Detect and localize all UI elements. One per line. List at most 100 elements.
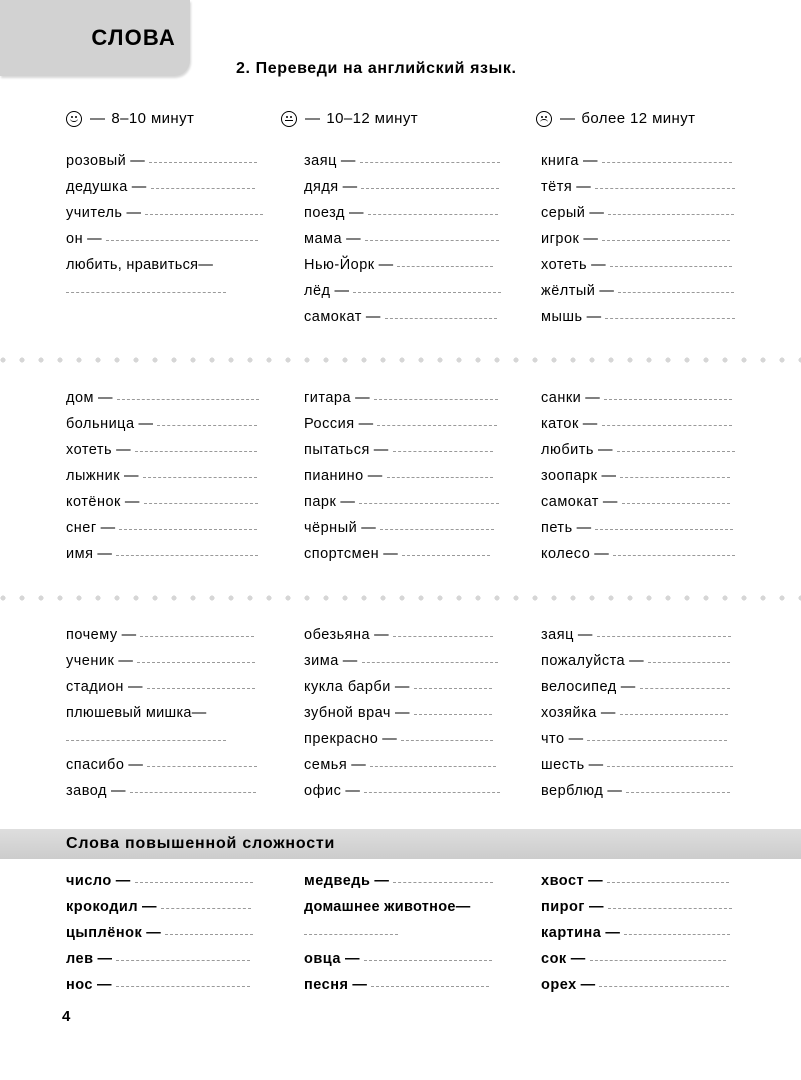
answer-blank[interactable] — [587, 730, 728, 741]
word-entry-term: шесть — [541, 757, 585, 773]
answer-blank[interactable] — [602, 230, 731, 241]
answer-blank[interactable] — [607, 898, 732, 909]
answer-blank[interactable] — [147, 756, 258, 767]
word-entry-dash: — — [142, 899, 157, 915]
answer-blank[interactable] — [595, 519, 734, 530]
word-entry-dash: — — [98, 390, 113, 406]
answer-blank[interactable] — [149, 152, 258, 163]
answer-blank[interactable] — [413, 704, 492, 715]
answer-blank[interactable] — [304, 924, 398, 935]
answer-blank[interactable] — [105, 230, 258, 241]
answer-blank[interactable] — [589, 950, 726, 961]
answer-blank[interactable] — [402, 545, 490, 556]
answer-blank[interactable] — [621, 493, 730, 504]
word-entry-dash: — — [342, 179, 358, 195]
answer-blank[interactable] — [150, 178, 255, 189]
answer-blank[interactable] — [115, 976, 250, 987]
word-entry: дом — — [66, 385, 304, 411]
word-entry-dash: — — [394, 679, 410, 695]
answer-blank[interactable] — [66, 282, 226, 293]
answer-blank[interactable] — [116, 389, 259, 400]
answer-blank[interactable] — [386, 467, 493, 478]
separator-dots — [0, 595, 801, 601]
answer-blank[interactable] — [613, 545, 736, 556]
answer-blank[interactable] — [604, 389, 733, 400]
answer-blank[interactable] — [609, 256, 732, 267]
answer-blank[interactable] — [146, 678, 255, 689]
word-entry: почему — — [66, 622, 304, 648]
word-entry: чёрный — — [304, 515, 541, 541]
answer-blank[interactable] — [392, 626, 493, 637]
answer-blank[interactable] — [606, 872, 729, 883]
answer-blank[interactable] — [384, 308, 497, 319]
word-entry-term: число — [66, 873, 112, 889]
answer-blank[interactable] — [142, 467, 257, 478]
word-entry-dash: — — [344, 951, 360, 967]
answer-blank[interactable] — [373, 389, 498, 400]
answer-blank[interactable] — [367, 204, 498, 215]
legend-item-happy: — 8–10 минут — [66, 110, 281, 127]
word-entry-term: зубной врач — [304, 705, 391, 721]
answer-blank[interactable] — [129, 782, 256, 793]
answer-blank[interactable] — [364, 782, 501, 793]
answer-blank[interactable] — [595, 178, 736, 189]
word-entry-dash: — — [97, 977, 112, 993]
word-entry-dash: — — [580, 977, 596, 993]
answer-blank[interactable] — [134, 441, 257, 452]
answer-blank[interactable] — [619, 704, 728, 715]
answer-blank[interactable] — [377, 415, 498, 426]
answer-blank[interactable] — [380, 519, 495, 530]
answer-blank[interactable] — [134, 872, 253, 883]
answer-blank[interactable] — [601, 415, 732, 426]
exercise-title: Переведи на английский язык. — [255, 60, 517, 77]
answer-blank[interactable] — [361, 652, 498, 663]
answer-blank[interactable] — [361, 178, 500, 189]
answer-blank[interactable] — [116, 950, 251, 961]
answer-blank[interactable] — [160, 898, 251, 909]
word-entry-dash: — — [121, 627, 137, 643]
answer-blank[interactable] — [413, 678, 492, 689]
answer-blank[interactable] — [371, 976, 490, 987]
word-entry-term: офис — [304, 783, 342, 799]
answer-blank[interactable] — [359, 493, 500, 504]
word-entry-dash: — — [382, 731, 398, 747]
answer-blank[interactable] — [143, 493, 258, 504]
answer-blank[interactable] — [401, 730, 494, 741]
word-entry-dash: — — [576, 520, 592, 536]
answer-blank[interactable] — [397, 256, 494, 267]
answer-blank[interactable] — [157, 415, 258, 426]
answer-blank[interactable] — [392, 441, 493, 452]
answer-blank[interactable] — [626, 782, 731, 793]
answer-blank[interactable] — [608, 204, 735, 215]
answer-blank[interactable] — [639, 678, 730, 689]
answer-blank[interactable] — [364, 230, 499, 241]
answer-blank[interactable] — [607, 756, 734, 767]
answer-blank[interactable] — [624, 924, 731, 935]
answer-blank[interactable] — [601, 152, 732, 163]
answer-blank[interactable] — [596, 626, 731, 637]
answer-blank[interactable] — [363, 950, 492, 961]
answer-blank[interactable] — [599, 976, 730, 987]
word-entry-term: пирог — [541, 899, 585, 915]
answer-blank[interactable] — [145, 204, 264, 215]
word-entry-dash: — — [131, 179, 147, 195]
answer-blank[interactable] — [359, 152, 500, 163]
answer-blank[interactable] — [616, 441, 735, 452]
answer-blank[interactable] — [66, 730, 226, 741]
answer-blank[interactable] — [647, 652, 730, 663]
advanced-words-block: число — крокодил — цыплёнок — лев — нос — медведь —… — [0, 868, 801, 998]
word-entry-dash: — — [597, 442, 613, 458]
answer-blank[interactable] — [370, 756, 497, 767]
answer-blank[interactable] — [620, 467, 731, 478]
answer-blank[interactable] — [165, 924, 254, 935]
word-entry: цыплёнок — — [66, 920, 304, 946]
workbook-page: СЛОВА 2. Переведи на английский язык. — 8… — [0, 0, 801, 1080]
answer-blank[interactable] — [618, 282, 735, 293]
answer-blank[interactable] — [393, 872, 494, 883]
answer-blank[interactable] — [116, 545, 259, 556]
answer-blank[interactable] — [119, 519, 258, 530]
answer-blank[interactable] — [140, 626, 255, 637]
answer-blank[interactable] — [353, 282, 502, 293]
answer-blank[interactable] — [605, 308, 736, 319]
answer-blank[interactable] — [137, 652, 256, 663]
